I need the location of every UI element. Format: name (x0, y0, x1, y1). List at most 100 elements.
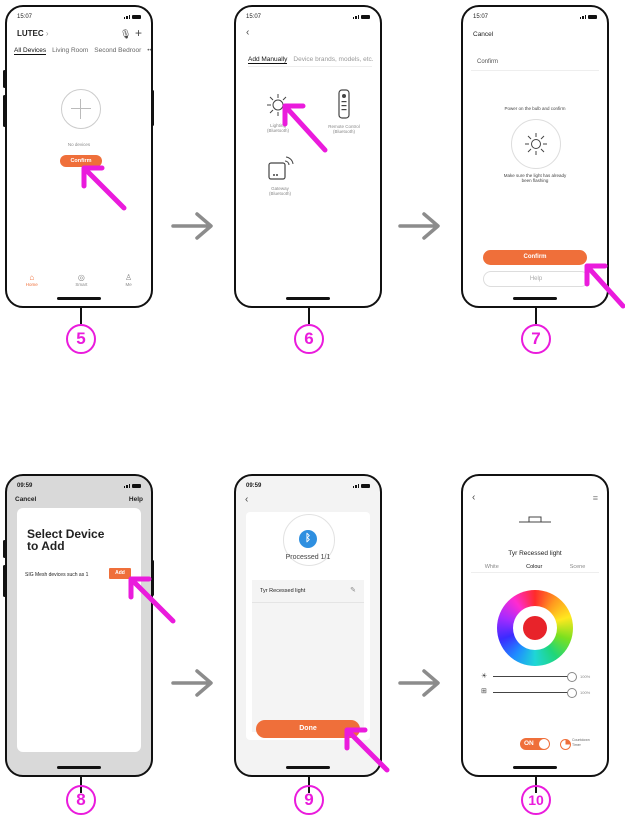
status-time: 15:07 (246, 13, 262, 20)
status-time: 15:07 (17, 13, 33, 20)
next-step-arrow (171, 212, 213, 240)
mic-icon[interactable]: 🎙 (120, 29, 131, 40)
next-step-arrow (171, 669, 213, 697)
mode-tabs: White Colour Scene (471, 564, 599, 573)
status-bar: 09:59 (246, 481, 370, 490)
colour-wheel-thumb[interactable] (523, 616, 547, 640)
bulb-circle (511, 119, 561, 169)
back-icon[interactable]: ‹ (245, 494, 248, 505)
home-indicator (286, 766, 330, 769)
power-toggle[interactable]: ON (520, 738, 550, 750)
status-time: 09:59 (246, 482, 262, 489)
edit-icon[interactable]: ✎ (350, 586, 356, 594)
phone-screen-6: 15:07 ‹ Add Manually Device brands, mode… (234, 5, 382, 308)
home-indicator (57, 297, 101, 300)
select-device-sheet: Select Device to Add SIG Mesh devices su… (17, 508, 141, 752)
cancel-link[interactable]: Cancel (473, 31, 493, 38)
nav-home[interactable]: ⌂ Home (26, 273, 38, 287)
brightness-value: 100% (580, 674, 591, 679)
brand-title[interactable]: LUTEC › (17, 29, 49, 38)
remote-control-icon (338, 89, 350, 119)
back-icon[interactable]: ‹ (472, 492, 475, 503)
home-indicator (286, 297, 330, 300)
pointer-arrow (128, 576, 176, 624)
power-toggle-knob (539, 739, 549, 749)
smart-icon: ◎ (77, 273, 85, 282)
menu-icon[interactable]: ≡ (593, 493, 598, 503)
add-device-circle[interactable] (61, 89, 101, 129)
home-indicator (513, 297, 557, 300)
recessed-light-icon (519, 516, 551, 523)
saturation-value: 100% (580, 690, 591, 695)
step-number-9: 9 (294, 785, 324, 815)
help-link[interactable]: Help (129, 496, 143, 503)
step-number-5: 5 (66, 324, 96, 354)
bluetooth-icon: ᛒ (299, 530, 317, 548)
home-indicator (513, 766, 557, 769)
tab-white[interactable]: White (485, 564, 499, 570)
side-button (3, 95, 6, 127)
status-bar: 09:59 (17, 481, 141, 490)
tab-living-room[interactable]: Living Room (52, 47, 88, 55)
device-title: Tyr Recessed light (508, 550, 562, 557)
gateway-sub: (Bluetooth) (268, 191, 291, 196)
device-name: Tyr Recessed light (260, 588, 306, 594)
sheet-title: Select Device to Add (27, 527, 105, 553)
lightbulb-icon (525, 133, 547, 155)
step-number-8: 8 (66, 785, 96, 815)
empty-text: No devices (67, 142, 91, 147)
search-input[interactable]: Device brands, models, etc. (293, 56, 373, 64)
processing-card: ᛒ Processed 1/1 Tyr Recessed light ✎ (246, 512, 370, 740)
device-list: Tyr Recessed light ✎ (252, 580, 364, 732)
timer-icon (560, 739, 571, 750)
pointer-arrow (344, 727, 390, 773)
nav-smart[interactable]: ◎ Smart (75, 273, 87, 287)
tab-second-bedroom[interactable]: Second Bedroor (94, 47, 141, 55)
pointer-arrow (584, 263, 625, 309)
gateway-tile[interactable]: Gateway (Bluetooth) (258, 155, 302, 196)
home-indicator (57, 766, 101, 769)
saturation-thumb[interactable] (567, 688, 577, 698)
home-icon: ⌂ (29, 273, 35, 282)
tab-all-devices[interactable]: All Devices (14, 47, 47, 55)
user-icon: ♙ (125, 273, 133, 282)
status-bar: 15:07 (17, 12, 141, 21)
cancel-link[interactable]: Cancel (15, 496, 36, 503)
help-button[interactable]: Help (483, 271, 589, 287)
brightness-icon: ☀ (481, 673, 488, 680)
step-stem (535, 308, 537, 324)
processed-status: Processed 1/1 (285, 554, 331, 561)
more-icon[interactable]: ••• (147, 47, 151, 55)
phone-screen-5: 15:07 LUTEC › 🎙 + All Devices Living Roo… (5, 5, 153, 308)
next-step-arrow (398, 669, 440, 697)
step-number-6: 6 (294, 324, 324, 354)
confirm-button[interactable]: Confirm (483, 250, 587, 265)
tab-scene[interactable]: Scene (570, 564, 586, 570)
saturation-icon: ⊞ (481, 688, 487, 695)
add-tabs: Add Manually Device brands, models, etc. (248, 56, 374, 67)
next-step-arrow (398, 212, 440, 240)
brightness-slider[interactable] (493, 672, 577, 682)
device-row[interactable]: Tyr Recessed light ✎ (252, 580, 364, 603)
flashing-note: Make sure the light has already been fla… (503, 173, 567, 183)
step-stem (80, 308, 82, 324)
pointer-arrow (81, 165, 127, 211)
instruction-text: Power on the bulb and confirm (504, 106, 566, 111)
plus-icon[interactable]: + (135, 26, 142, 40)
side-button (3, 540, 6, 558)
back-icon[interactable]: ‹ (246, 27, 249, 38)
status-time: 09:59 (17, 482, 33, 489)
brightness-thumb[interactable] (567, 672, 577, 682)
status-time: 15:07 (473, 13, 489, 20)
status-bar: 15:07 (246, 12, 370, 21)
side-button (3, 565, 6, 597)
tab-add-manually[interactable]: Add Manually (248, 56, 288, 64)
tab-colour[interactable]: Colour (526, 564, 542, 570)
room-tabs: All Devices Living Room Second Bedroor •… (14, 47, 151, 55)
status-bar: 15:07 (473, 12, 597, 21)
divider (471, 70, 599, 71)
saturation-slider[interactable] (493, 688, 577, 698)
colour-wheel[interactable] (497, 590, 573, 666)
gateway-icon (268, 156, 294, 180)
nav-me[interactable]: ♙ Me (125, 273, 132, 287)
